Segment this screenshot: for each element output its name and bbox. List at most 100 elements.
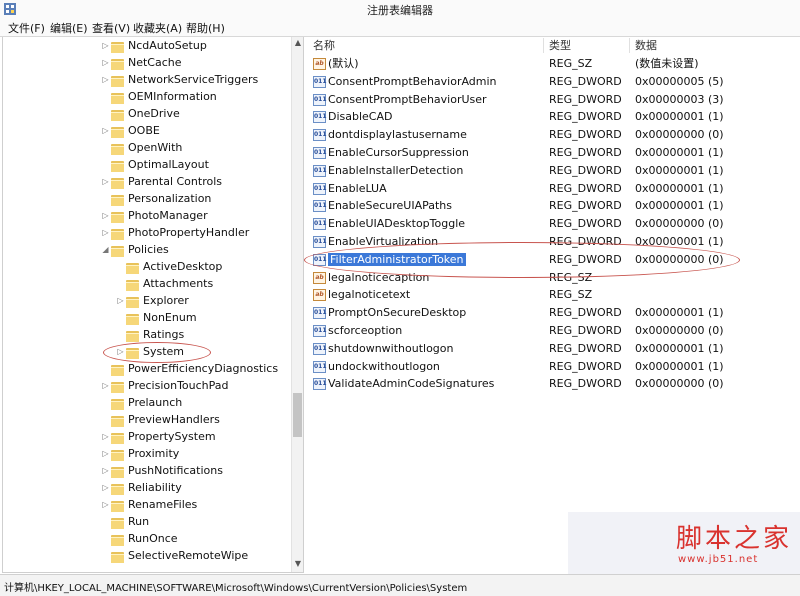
scroll-up-arrow-icon[interactable]: ▲ bbox=[292, 38, 303, 47]
value-row[interactable]: ab (默认) REG_SZ (数值未设置) bbox=[305, 55, 800, 73]
expand-arrow-icon[interactable]: ▷ bbox=[101, 173, 110, 190]
tree-item[interactable]: PreviewHandlers bbox=[101, 411, 220, 428]
tree-item[interactable]: OpenWith bbox=[101, 139, 182, 156]
folder-icon bbox=[111, 58, 125, 70]
menu-favorites[interactable]: 收藏夹(A) bbox=[133, 20, 182, 36]
tree-item[interactable]: OptimalLayout bbox=[101, 156, 209, 173]
column-header-type[interactable]: 类型 bbox=[549, 37, 571, 54]
tree-item[interactable]: SelectiveRemoteWipe bbox=[101, 547, 248, 564]
tree-item[interactable]: Run bbox=[101, 513, 149, 530]
expand-arrow-icon[interactable]: ▷ bbox=[101, 496, 110, 513]
value-row[interactable]: 011dontdisplaylastusername REG_DWORD 0x000… bbox=[305, 126, 800, 144]
string-value-icon: ab bbox=[313, 58, 326, 70]
tree-item[interactable]: ▷ PhotoPropertyHandler bbox=[101, 224, 249, 241]
value-row[interactable]: 011EnableVirtualization REG_DWORD 0x000000… bbox=[305, 233, 800, 251]
binary-value-icon: 011 bbox=[313, 75, 327, 88]
value-name: DisableCAD bbox=[328, 110, 393, 124]
tree-item-label: Personalization bbox=[128, 192, 212, 205]
value-name: shutdownwithoutlogon bbox=[328, 341, 454, 355]
value-row[interactable]: 011ConsentPromptBehaviorUser REG_DWORD 0x0… bbox=[305, 91, 800, 109]
tree-item[interactable]: ▷ System bbox=[116, 343, 184, 360]
tree-item[interactable]: Personalization bbox=[101, 190, 211, 207]
value-row[interactable]: 011undockwithoutlogon REG_DWORD 0x00000001… bbox=[305, 358, 800, 376]
value-name-cell: 011 FilterAdministratorToken bbox=[313, 251, 466, 269]
value-name: EnableLUA bbox=[328, 181, 387, 195]
tree-item[interactable]: ActiveDesktop bbox=[116, 258, 222, 275]
expand-arrow-icon[interactable]: ▷ bbox=[116, 343, 125, 360]
tree-scrollbar[interactable]: ▲ ▼ bbox=[291, 37, 303, 572]
tree-item[interactable]: Attachments bbox=[116, 275, 213, 292]
tree-item[interactable]: OneDrive bbox=[101, 105, 180, 122]
tree-item[interactable]: ▷ Reliability bbox=[101, 479, 182, 496]
tree-item[interactable]: ◢ Policies bbox=[101, 241, 169, 258]
scrollbar-thumb[interactable] bbox=[293, 393, 302, 437]
value-row[interactable]: 011ValidateAdminCodeSignatures REG_DWORD 0… bbox=[305, 375, 800, 393]
menu-view[interactable]: 查看(V) bbox=[92, 20, 130, 36]
registry-values-list[interactable]: 名称 类型 数据 ab (默认) REG_SZ (数值未设置) 011ConsentPr… bbox=[305, 37, 800, 572]
tree-item[interactable]: ▷ Parental Controls bbox=[101, 173, 222, 190]
value-row[interactable]: 011EnableLUA REG_DWORD 0x00000001 (1) bbox=[305, 180, 800, 198]
value-name-cell: 011undockwithoutlogon bbox=[313, 358, 440, 376]
tree-item[interactable]: ▷ OOBE bbox=[101, 122, 160, 139]
expand-arrow-icon[interactable]: ▷ bbox=[101, 207, 110, 224]
title-bar: 注册表编辑器 bbox=[0, 0, 800, 19]
folder-icon bbox=[111, 143, 125, 155]
value-type: REG_DWORD bbox=[549, 146, 622, 159]
tree-item[interactable]: ▷ NetworkServiceTriggers bbox=[101, 71, 258, 88]
tree-item[interactable]: Ratings bbox=[116, 326, 184, 343]
value-data: 0x00000003 (3) bbox=[635, 92, 724, 106]
tree-item-label: OptimalLayout bbox=[128, 158, 209, 171]
value-row[interactable]: 011EnableInstallerDetection REG_DWORD 0x00… bbox=[305, 162, 800, 180]
expand-arrow-icon[interactable]: ▷ bbox=[101, 37, 110, 54]
menu-edit[interactable]: 编辑(E) bbox=[50, 20, 88, 36]
expand-arrow-icon[interactable]: ▷ bbox=[101, 462, 110, 479]
tree-item[interactable]: ▷ Proximity bbox=[101, 445, 179, 462]
column-header-name[interactable]: 名称 bbox=[313, 37, 335, 54]
tree-item[interactable]: ▷ PrecisionTouchPad bbox=[101, 377, 229, 394]
value-row[interactable]: 011EnableSecureUIAPaths REG_DWORD 0x000000… bbox=[305, 197, 800, 215]
value-row[interactable]: 011EnableCursorSuppression REG_DWORD 0x000… bbox=[305, 144, 800, 162]
value-row[interactable]: ab legalnoticetext REG_SZ bbox=[305, 286, 800, 304]
tree-item[interactable]: ▷ PhotoManager bbox=[101, 207, 208, 224]
registry-key-tree[interactable]: ▷ NcdAutoSetup ▷ NetCache ▷ NetworkServiceTri… bbox=[2, 37, 304, 573]
value-row[interactable]: 011 FilterAdministratorToken REG_DWORD 0x00… bbox=[305, 251, 800, 269]
folder-icon bbox=[111, 75, 125, 87]
scroll-down-arrow-icon[interactable]: ▼ bbox=[292, 559, 303, 568]
value-row[interactable]: 011EnableUIADesktopToggle REG_DWORD 0x0000… bbox=[305, 215, 800, 233]
tree-item[interactable]: RunOnce bbox=[101, 530, 178, 547]
expand-arrow-icon[interactable]: ▷ bbox=[101, 479, 110, 496]
tree-item[interactable]: Prelaunch bbox=[101, 394, 182, 411]
value-type: REG_SZ bbox=[549, 57, 593, 70]
column-header-data[interactable]: 数据 bbox=[635, 37, 657, 54]
tree-item[interactable]: ▷ PropertySystem bbox=[101, 428, 216, 445]
menu-file[interactable]: 文件(F) bbox=[8, 20, 45, 36]
tree-item[interactable]: ▷ RenameFiles bbox=[101, 496, 197, 513]
value-row[interactable]: 011ConsentPromptBehaviorAdmin REG_DWORD 0x… bbox=[305, 73, 800, 91]
value-name: ConsentPromptBehaviorAdmin bbox=[328, 74, 497, 88]
value-name-cell: 011EnableVirtualization bbox=[313, 233, 438, 251]
value-row[interactable]: 011scforceoption REG_DWORD 0x00000000 (0) bbox=[305, 322, 800, 340]
expand-arrow-icon[interactable]: ▷ bbox=[101, 428, 110, 445]
expand-arrow-icon[interactable]: ◢ bbox=[101, 241, 110, 258]
expand-arrow-icon[interactable]: ▷ bbox=[101, 71, 110, 88]
expand-arrow-icon[interactable]: ▷ bbox=[101, 445, 110, 462]
expand-arrow-icon[interactable]: ▷ bbox=[101, 224, 110, 241]
expand-arrow-icon[interactable]: ▷ bbox=[101, 122, 110, 139]
tree-item[interactable]: ▷ NcdAutoSetup bbox=[101, 37, 207, 54]
value-row[interactable]: 011PromptOnSecureDesktop REG_DWORD 0x00000… bbox=[305, 304, 800, 322]
tree-item[interactable]: NonEnum bbox=[116, 309, 197, 326]
tree-item[interactable]: ▷ PushNotifications bbox=[101, 462, 223, 479]
tree-item[interactable]: OEMInformation bbox=[101, 88, 217, 105]
value-row[interactable]: 011shutdownwithoutlogon REG_DWORD 0x000000… bbox=[305, 340, 800, 358]
tree-item[interactable]: ▷ Explorer bbox=[116, 292, 189, 309]
value-row[interactable]: 011DisableCAD REG_DWORD 0x00000001 (1) bbox=[305, 108, 800, 126]
binary-value-icon: 011 bbox=[313, 129, 327, 142]
expand-arrow-icon[interactable]: ▷ bbox=[101, 377, 110, 394]
value-row[interactable]: ab legalnoticecaption REG_SZ bbox=[305, 269, 800, 287]
expand-arrow-icon[interactable]: ▷ bbox=[101, 54, 110, 71]
expand-arrow-icon[interactable]: ▷ bbox=[116, 292, 125, 309]
binary-value-icon: 011 bbox=[313, 253, 327, 266]
menu-help[interactable]: 帮助(H) bbox=[186, 20, 225, 36]
tree-item[interactable]: ▷ NetCache bbox=[101, 54, 182, 71]
tree-item[interactable]: PowerEfficiencyDiagnostics bbox=[101, 360, 278, 377]
